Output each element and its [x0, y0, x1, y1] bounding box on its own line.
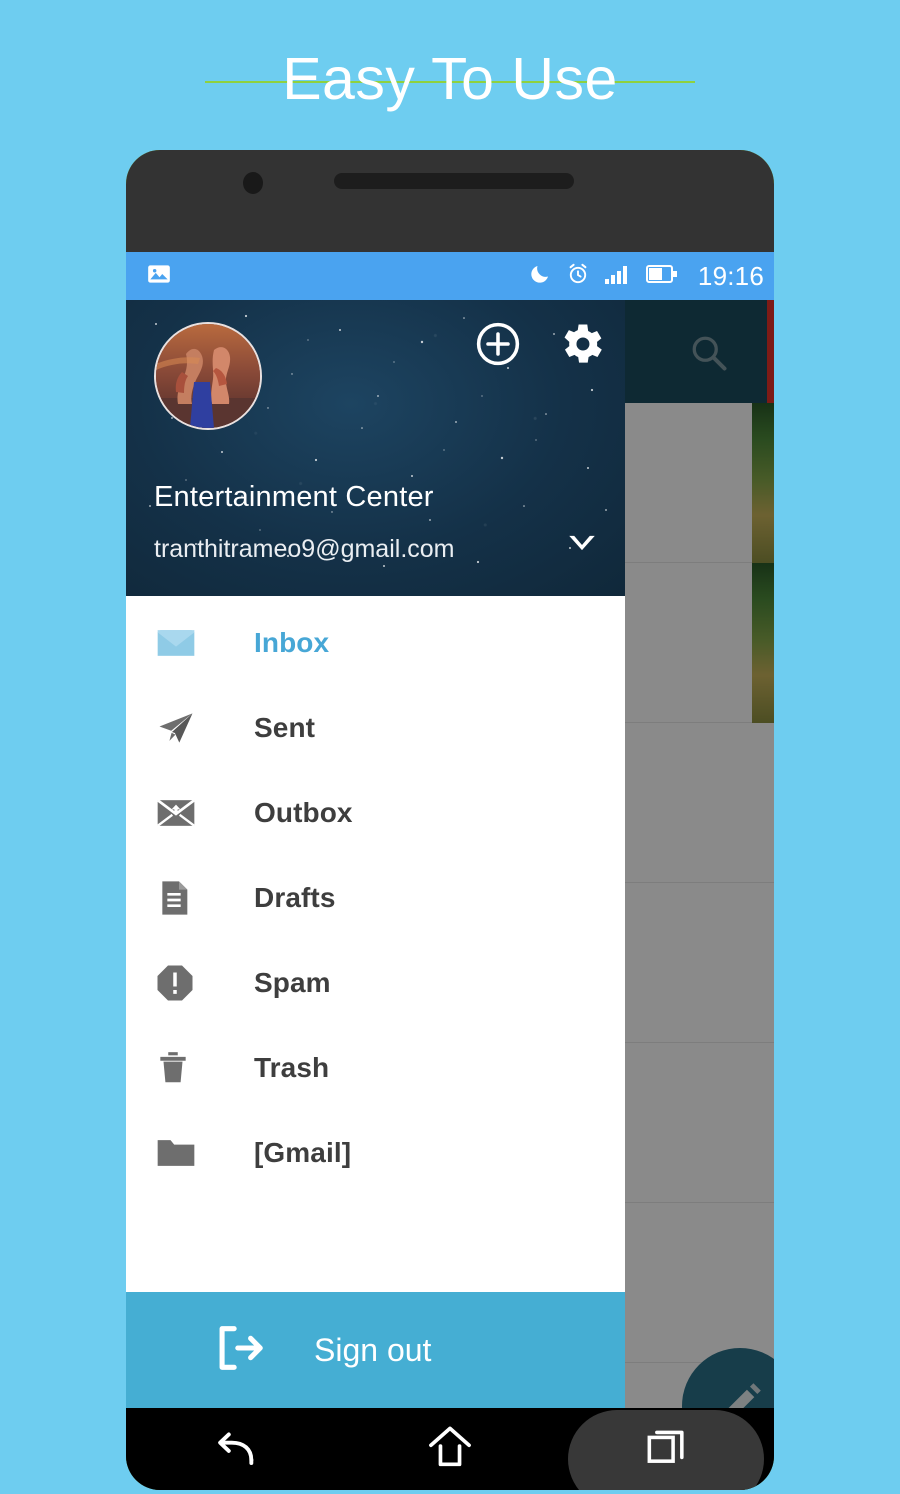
phone-screen: 19:16 31 Oct, 2018 or App S... ndroid de…	[126, 252, 774, 1408]
phone-device-frame: 19:16 31 Oct, 2018 or App S... ndroid de…	[126, 150, 774, 1490]
document-icon	[154, 876, 210, 920]
home-button[interactable]	[342, 1408, 558, 1490]
moon-icon	[528, 262, 552, 291]
sidebar-item-label: Sent	[254, 711, 316, 743]
sidebar-item-label: Outbox	[254, 796, 353, 828]
front-camera-icon	[243, 172, 263, 194]
gear-icon[interactable]	[555, 318, 607, 375]
account-name: Entertainment Center	[154, 481, 434, 513]
recents-icon	[641, 1422, 691, 1477]
sidebar-item-trash[interactable]: Trash	[126, 1025, 625, 1110]
alarm-clock-icon	[566, 262, 590, 291]
sidebar-item-drafts[interactable]: Drafts	[126, 855, 625, 940]
sidebar-item-outbox[interactable]: Outbox	[126, 770, 625, 855]
avatar-image	[156, 324, 260, 428]
navigation-drawer: Entertainment Center tranthitrameo9@gmai…	[126, 300, 625, 1408]
sign-out-button[interactable]: Sign out	[126, 1292, 625, 1408]
image-icon	[146, 261, 172, 292]
battery-icon	[645, 263, 678, 290]
sidebar-item-gmail-folder[interactable]: [Gmail]	[126, 1110, 625, 1195]
trash-can-icon	[154, 1046, 210, 1090]
earpiece-speaker	[334, 173, 574, 189]
home-icon	[424, 1421, 476, 1478]
page-title: Easy To Use	[282, 45, 618, 112]
status-bar: 19:16	[126, 252, 774, 300]
sidebar-item-label: Drafts	[254, 881, 336, 913]
sidebar-item-label: Trash	[254, 1051, 330, 1083]
paper-plane-icon	[154, 706, 210, 750]
avatar[interactable]	[154, 322, 262, 430]
signal-bars-icon	[604, 262, 632, 291]
phone-top-bezel	[126, 150, 774, 252]
sidebar-item-inbox[interactable]: Inbox	[126, 600, 625, 685]
envelope-icon	[154, 621, 210, 665]
sidebar-item-sent[interactable]: Sent	[126, 685, 625, 770]
account-email: tranthitrameo9@gmail.com	[154, 535, 455, 563]
sign-out-label: Sign out	[314, 1331, 432, 1368]
status-clock: 19:16	[697, 260, 764, 291]
folder-icon	[154, 1131, 210, 1175]
sidebar-item-spam[interactable]: Spam	[126, 940, 625, 1025]
drawer-menu: Inbox Sent Outbox Drafts Spam Trash [Gma…	[126, 596, 625, 1292]
drawer-header: Entertainment Center tranthitrameo9@gmai…	[126, 300, 625, 596]
android-nav-bar	[126, 1408, 774, 1490]
sidebar-item-label: Spam	[254, 966, 331, 998]
envelope-arrow-icon	[154, 791, 210, 835]
back-button[interactable]	[126, 1408, 342, 1490]
recents-button[interactable]	[558, 1408, 774, 1490]
warning-octagon-icon	[154, 961, 210, 1005]
chevron-down-icon[interactable]	[565, 531, 599, 560]
drawer-header-actions	[473, 318, 607, 375]
logout-icon	[210, 1319, 268, 1382]
sidebar-item-label: Inbox	[254, 626, 330, 658]
plus-circle-icon[interactable]	[473, 319, 523, 374]
promo-headline: Easy To Use	[0, 34, 900, 124]
back-arrow-icon	[208, 1421, 260, 1478]
sidebar-item-label: [Gmail]	[254, 1136, 352, 1168]
